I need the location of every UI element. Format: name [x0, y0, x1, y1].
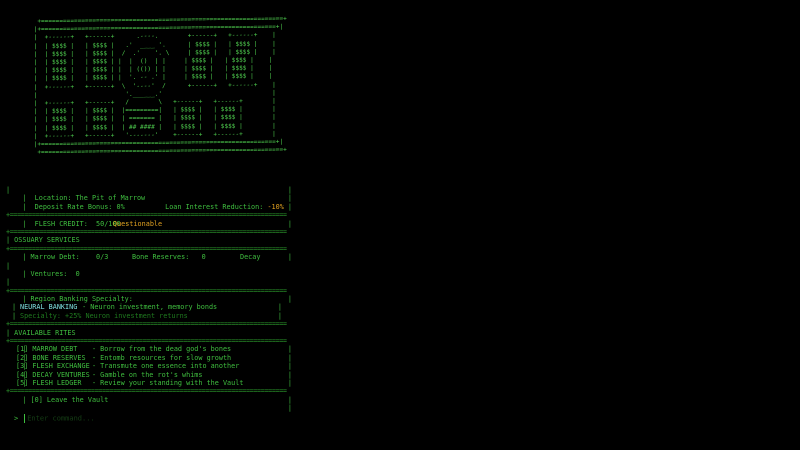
specialty-effect-row: | Specialty: +25% Neuron investment retu… — [12, 311, 282, 320]
loan-value: -10% — [267, 202, 284, 211]
rite-item-flesh-exchange[interactable]: | [3] FLESH EXCHANGE - Transmute one ess… — [6, 362, 292, 370]
text-cursor — [24, 414, 26, 423]
divider: +=======================================… — [6, 227, 287, 236]
specialty-description: - Neuron investment, memory bonds — [78, 303, 218, 312]
location-row: | Location: The Pit of Marrow | — [22, 194, 292, 203]
rite-description: - Entomb resources for slow growth — [92, 353, 232, 362]
rite-item-flesh-ledger[interactable]: | [5] FLESH LEDGER - Review your standin… — [6, 379, 292, 387]
deposit-rate-text: | Deposit Rate Bonus: 0% — [22, 202, 125, 211]
divider: +=======================================… — [6, 337, 287, 346]
rite-item-bone-reserves[interactable]: | [2] BONE RESERVES - Entomb resources f… — [6, 354, 292, 362]
leave-vault-text: | [0] Leave the Vault — [22, 395, 109, 404]
rite-item-decay-ventures[interactable]: | [4] DECAY VENTURES - Gamble on the rot… — [6, 371, 292, 379]
divider: +=======================================… — [6, 387, 287, 396]
command-input[interactable]: Enter command... — [27, 415, 94, 423]
rite-key: [4] DECAY VENTURES — [16, 370, 90, 379]
rite-key: [1] MARROW DEBT — [16, 345, 82, 354]
rites-title: | AVAILABLE RITES — [6, 328, 76, 337]
command-prompt[interactable]: > Enter command... — [14, 414, 95, 423]
decay-text: Decay — [240, 253, 261, 262]
bone-reserves-text: Bone Reserves: 0 — [132, 253, 206, 262]
ascii-vault-art: +=======================================… — [33, 15, 287, 157]
rite-description: - Borrow from the dead god's bones — [92, 345, 232, 354]
rite-description: - Review your standing with the Vault — [92, 378, 244, 387]
pipe: | — [6, 186, 11, 194]
ossuary-title: | OSSUARY SERVICES — [6, 236, 80, 245]
marrow-debt-text: | Marrow Debt: 0/3 — [22, 253, 109, 262]
flesh-credit-row: | FLESH CREDIT: 50/100 - Questionable | — [22, 219, 292, 228]
rite-item-marrow-debt[interactable]: | [1] MARROW DEBT - Borrow from the dead… — [6, 345, 292, 353]
rite-key: [3] FLESH EXCHANGE — [16, 362, 90, 371]
prompt-symbol: > — [14, 414, 19, 423]
specialty-effect: Specialty: +25% Neuron investment return… — [20, 311, 188, 320]
divider: +=======================================… — [6, 244, 287, 253]
specialty-name: NEURAL BANKING — [20, 303, 78, 312]
specialty-title: | Region Banking Specialty: | — [22, 295, 292, 304]
leave-vault-option[interactable]: | [0] Leave the Vault | — [6, 396, 292, 404]
ventures-row: | Ventures: 0 — [6, 270, 292, 278]
loan-label: Loan Interest Reduction: — [165, 202, 268, 211]
rite-description: - Transmute one essence into another — [92, 362, 240, 371]
stats-row: | Marrow Debt: 0/3 Bone Reserves: 0 Deca… — [22, 253, 292, 262]
divider: +=======================================… — [6, 211, 287, 220]
ventures-text: | Ventures: 0 — [22, 269, 80, 278]
rite-key: [5] FLESH LEDGER — [16, 378, 82, 387]
divider: +=======================================… — [6, 286, 287, 295]
rite-key: [2] BONE RESERVES — [16, 353, 86, 362]
specialty-row: | NEURAL BANKING - Neuron investment, me… — [12, 303, 282, 312]
divider: +=======================================… — [6, 320, 287, 329]
flesh-credit-status: Questionable — [113, 219, 163, 228]
rite-description: - Gamble on the rot's whims — [92, 370, 203, 379]
terminal-panel: | | | Location: The Pit of Marrow | | Dep… — [6, 186, 292, 413]
location-text: | Location: The Pit of Marrow — [22, 194, 146, 203]
deposit-row: | Deposit Rate Bonus: 0% Loan Interest R… — [22, 202, 292, 211]
